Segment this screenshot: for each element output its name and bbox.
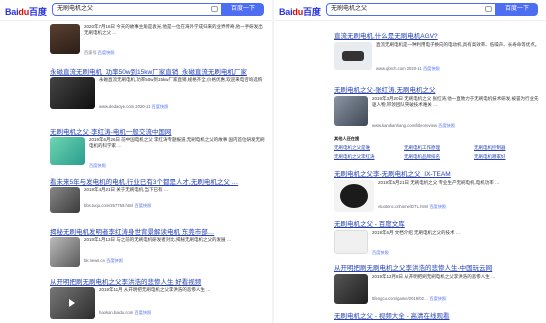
result-thumbnail[interactable] xyxy=(50,237,80,267)
result-thumbnail[interactable] xyxy=(334,180,374,212)
header: Baidu百度 无刷电机之父 百度一下 xyxy=(0,0,272,20)
result-source: 百度快照 xyxy=(372,250,389,255)
result-title[interactable]: 无刷电机之父李-无刷电机之父_IX-TEAM xyxy=(334,168,546,178)
search-input[interactable]: 无刷电机之父 xyxy=(52,3,222,16)
divider xyxy=(274,20,546,21)
result-title[interactable]: 无刷电机之父·李红涛-电机一般交流中国网 xyxy=(50,126,265,136)
related-search-link[interactable]: 无刷电机控制器 xyxy=(474,145,506,151)
result-abstract: 2020年7月18日 今天的故事主角是袁光,他是一位在海外学成归来的业界传奇,他… xyxy=(84,24,263,35)
result-source: bbs.tuqu.com/267759.html 百度快照 xyxy=(84,203,152,208)
right-results-pane: Baidu百度 无刷电机之父 百度一下 直流无刷电机,什么是无刷电机AGV? 直… xyxy=(274,0,546,323)
result-thumbnail[interactable] xyxy=(334,230,368,254)
result-abstract: 2019年12月8日 从开明把刷无刷电机之父李洪浩的悲惨人生 … xyxy=(372,274,496,279)
result-abstract: 2019年3月20日 无刷电机之父 张红涛,他一直致力于无刷电机技术研发,被誉为… xyxy=(372,96,539,107)
result-source: 5fengcu.com/game/2019/02… 百度快照 xyxy=(372,296,447,301)
result-title[interactable]: 无刷电机之父 - 百度文库 xyxy=(334,218,546,228)
search-input[interactable]: 无刷电机之父 xyxy=(326,3,496,16)
result-source: haokan.baidu.com 百度快照 xyxy=(99,310,152,315)
result-abstract: 2019年4月21日 关于无刷电机,当下已有 … xyxy=(84,187,169,192)
result-title[interactable]: 从开明把刷无刷电机之父李洪浩的悲惨人生 好看视频 xyxy=(50,276,265,286)
search-button[interactable]: 百度一下 xyxy=(222,3,264,16)
baidu-logo[interactable]: Baidu百度 xyxy=(5,5,47,18)
result-abstract: 2019年6月 文档介绍 无刷电机之父的技术 … xyxy=(372,230,461,235)
result-title[interactable]: 无刷电机之父-张红涛,无刷电机之父 xyxy=(334,84,546,94)
play-icon xyxy=(69,299,75,307)
result-thumbnail[interactable] xyxy=(50,137,85,165)
result-thumbnail[interactable] xyxy=(50,187,80,213)
result-title[interactable]: 永磁直流无刷电机_功率50w到15kw厂家直销_永磁直流无刷电机厂家 xyxy=(50,66,265,76)
related-searches-label: 其他人还在搜 xyxy=(334,136,360,141)
search-button[interactable]: 百度一下 xyxy=(496,3,538,16)
result-source: www.kandianhang.com/litleoreview 百度快照 xyxy=(372,123,455,128)
header: Baidu百度 无刷电机之父 百度一下 xyxy=(274,0,546,20)
result-thumbnail[interactable] xyxy=(50,24,80,54)
result-title[interactable]: 直流无刷电机,什么是无刷电机AGV? xyxy=(334,30,546,40)
result-source: www.qbrch.com 2020-11 百度快照 xyxy=(376,66,440,71)
result-thumbnail[interactable] xyxy=(334,96,368,126)
related-search-link[interactable]: 无刷电机之父李红涛 xyxy=(334,154,375,160)
result-title[interactable]: 看未来5年与发电机的电机,行业已有3个都是人才,无刷电机之父 … xyxy=(50,176,265,186)
baidu-logo[interactable]: Baidu百度 xyxy=(279,5,321,18)
camera-icon[interactable] xyxy=(485,6,492,12)
result-abstract: 直流无刷电机是一种利用电子换向的电动机,具有高效率、低噪声、长寿命等优点。 xyxy=(376,42,540,47)
related-search-link[interactable]: 无刷电机工作原理 xyxy=(404,145,440,151)
motor-image xyxy=(340,184,368,208)
result-source: www.dedaoye.com 2020-11 百度快照 xyxy=(99,104,169,109)
result-abstract: 2019年1月13日 与之前的无刷电机研发者对比,揭秘无刷电机之父的发展 … xyxy=(84,237,232,242)
result-title[interactable]: 揭秘无刷电机发明者李红涛身世背景解读电机 东莞市部… xyxy=(50,226,265,236)
related-search-link[interactable]: 无刷电机哪家好 xyxy=(474,154,506,160)
result-thumbnail[interactable] xyxy=(334,42,372,70)
result-source: 百度快照 xyxy=(89,163,106,168)
divider xyxy=(0,20,272,21)
motor-image xyxy=(342,51,364,61)
result-abstract: 2019年6月26日 前中国电机之父 李红涛专题报道,无刷电机之父的故事 国内首… xyxy=(89,137,265,148)
result-thumbnail[interactable] xyxy=(50,77,95,109)
left-results-pane: Baidu百度 无刷电机之父 百度一下 2020年7月18日 今天的故事主角是袁… xyxy=(0,0,272,323)
result-source: bk.news.cn 百度快照 xyxy=(84,258,123,263)
camera-icon[interactable] xyxy=(211,6,218,12)
video-thumbnail[interactable] xyxy=(50,287,95,319)
result-abstract: 2019年5月21日 无刷电机之父 专业生产无刷电机,电机功率 … xyxy=(378,180,500,185)
result-title[interactable]: 无刷电机之父 - 视频大全 - 高清在线观看 xyxy=(334,310,546,320)
related-search-link[interactable]: 无刷电机之父是谁 xyxy=(334,145,370,151)
result-abstract: 永磁直流无刷电机,功率50w到15kw厂家直销,规格齐全,价格优惠,欢迎来电咨询… xyxy=(99,77,263,82)
result-title[interactable]: 从开明把刷无刷电机之父李洪浩的悲惨人生-中国玩云网 xyxy=(334,262,546,272)
result-source: vtuotenc.cnhome/DTL.html 百度快照 xyxy=(378,204,446,209)
result-thumbnail[interactable] xyxy=(334,274,368,304)
result-abstract: 2019年11月 从开明把无刷电机之父李洪浩的悲惨人生 … xyxy=(99,287,211,292)
result-source: 百家号 百度快照 xyxy=(84,50,115,55)
related-search-link[interactable]: 无刷电机品牌排名 xyxy=(404,154,440,160)
